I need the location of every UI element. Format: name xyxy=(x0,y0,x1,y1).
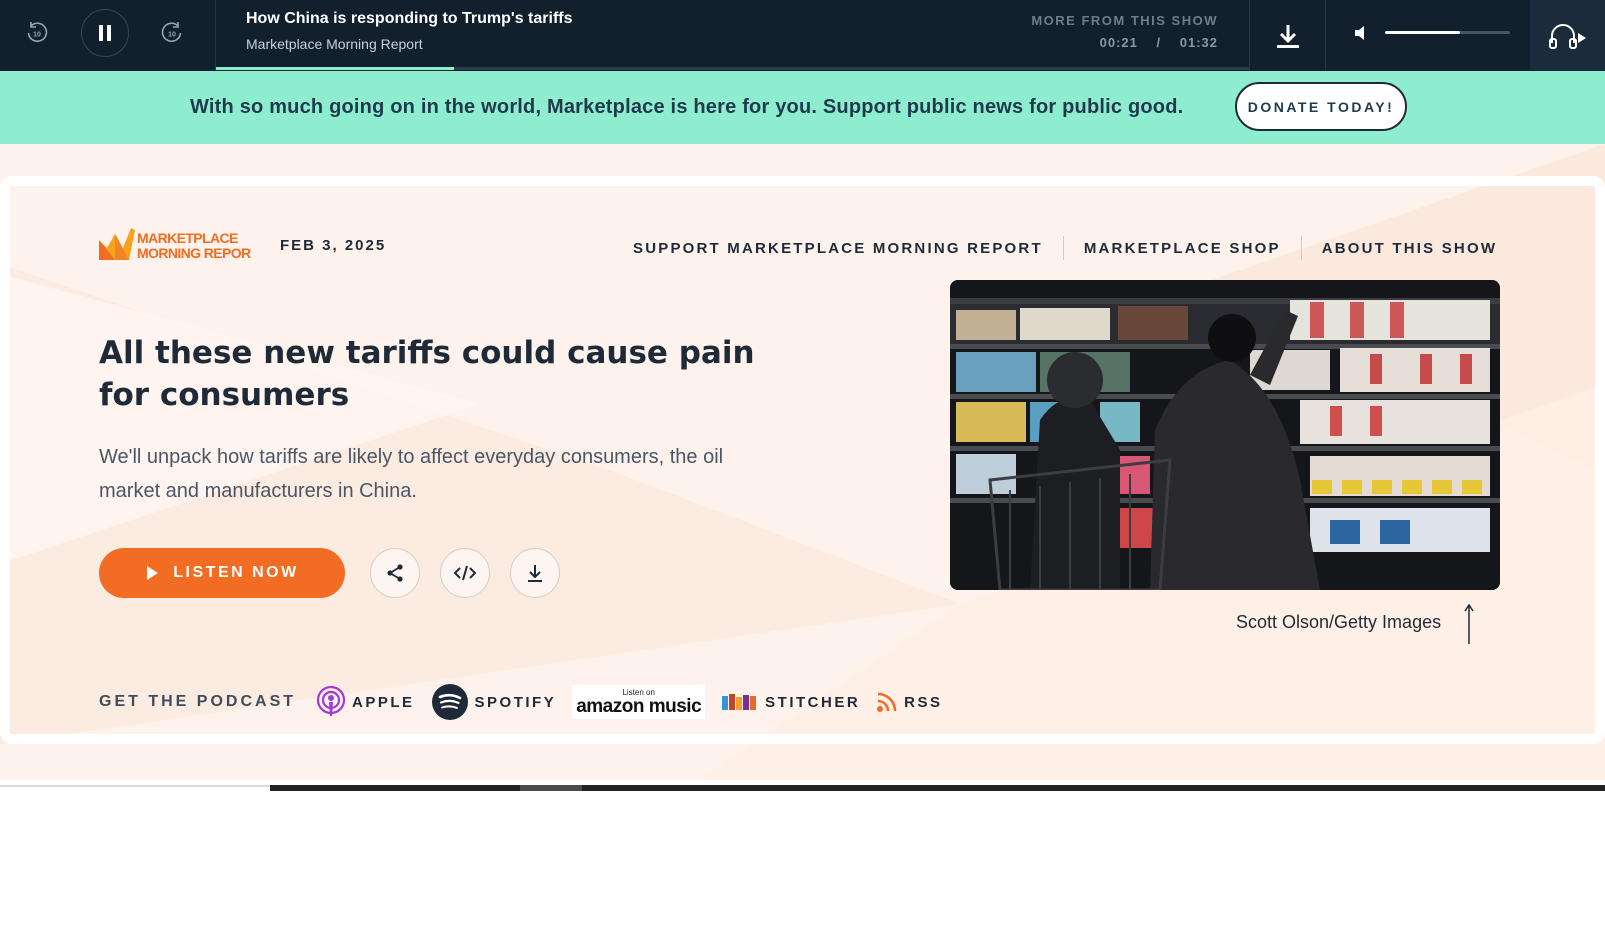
embed-code-icon xyxy=(454,565,476,581)
more-from-this-show-link[interactable]: MORE FROM THIS SHOW xyxy=(1031,13,1218,28)
total-duration: 01:32 xyxy=(1179,35,1218,50)
spotify-icon xyxy=(431,684,468,720)
donate-today-button[interactable]: DONATE TODAY! xyxy=(1235,82,1407,131)
apple-label: APPLE xyxy=(352,693,415,711)
page-bottom-strip xyxy=(0,778,1605,791)
apple-podcasts-link[interactable]: APPLE xyxy=(316,686,415,718)
share-icon xyxy=(387,564,403,582)
marketplace-morning-report-logo[interactable]: MARKETPLACE MORNING REPORT xyxy=(99,226,260,262)
skip-back-10-button[interactable]: 10 xyxy=(24,20,50,46)
apple-podcasts-icon xyxy=(316,686,346,716)
playback-progress-fill xyxy=(216,67,454,70)
amazon-music-link[interactable]: Listen on amazon music xyxy=(572,685,706,719)
rss-icon xyxy=(877,692,897,712)
arrow-up-icon xyxy=(1464,603,1474,651)
episode-date: FEB 3, 2025 xyxy=(280,237,387,254)
episode-headline: All these new tariffs could cause pain f… xyxy=(99,335,755,413)
rewind-icon: 10 xyxy=(27,22,48,42)
svg-text:10: 10 xyxy=(168,32,176,39)
stitcher-link[interactable]: STITCHER xyxy=(721,692,860,712)
episode-photo xyxy=(950,280,1500,590)
audio-player-bar: 10 10 How China is responding to Trump's… xyxy=(0,0,1605,71)
donation-banner: With so much going on in the world, Mark… xyxy=(0,71,1605,144)
rss-link[interactable]: RSS xyxy=(876,691,942,713)
player-divider xyxy=(1325,0,1326,71)
stitcher-label: STITCHER xyxy=(765,693,861,711)
banner-message: With so much going on in the world, Mark… xyxy=(190,96,1184,118)
spotify-link[interactable]: SPOTIFY xyxy=(431,683,557,721)
headphones-play-icon xyxy=(1548,23,1586,49)
episode-show-name[interactable]: Marketplace Morning Report xyxy=(246,36,423,52)
show-nav: SUPPORT MARKETPLACE MORNING REPORT MARKE… xyxy=(633,236,1497,260)
nav-about-show[interactable]: ABOUT THIS SHOW xyxy=(1322,240,1498,257)
download-episode-button[interactable] xyxy=(1250,0,1326,71)
rss-label: RSS xyxy=(904,693,943,711)
episode-summary: We'll unpack how tariffs are likely to a… xyxy=(99,446,724,502)
time-readout: 00:21 / 01:32 xyxy=(1100,35,1218,50)
grocery-shopper-image xyxy=(950,280,1500,590)
player-divider xyxy=(215,0,216,71)
svg-text:MORNING REPORT: MORNING REPORT xyxy=(137,245,251,261)
amazon-music-label: amazon music xyxy=(576,695,702,717)
download-icon xyxy=(528,565,542,582)
pause-button[interactable] xyxy=(81,9,129,57)
photo-credit: Scott Olson/Getty Images xyxy=(1236,612,1442,632)
play-icon xyxy=(147,566,159,580)
svg-text:MARKETPLACE: MARKETPLACE xyxy=(137,230,238,246)
share-button[interactable] xyxy=(370,548,420,598)
nav-divider xyxy=(1062,236,1064,260)
download-button[interactable] xyxy=(510,548,560,598)
listen-now-button[interactable]: LISTEN NOW xyxy=(99,548,345,598)
pause-icon xyxy=(99,25,111,41)
podcast-platforms: GET THE PODCAST APPLE SPOTIFY Listen on … xyxy=(99,684,959,720)
episode-title[interactable]: How China is responding to Trump's tarif… xyxy=(246,10,573,28)
listen-now-label: LISTEN NOW xyxy=(173,564,299,581)
volume-icon[interactable] xyxy=(1353,24,1369,47)
stitcher-icon xyxy=(722,694,757,710)
get-the-podcast-label: GET THE PODCAST xyxy=(99,693,297,710)
volume-level-fill xyxy=(1385,31,1460,34)
nav-support-show[interactable]: SUPPORT MARKETPLACE MORNING REPORT xyxy=(633,240,1043,257)
nav-marketplace-shop[interactable]: MARKETPLACE SHOP xyxy=(1084,240,1281,257)
elapsed-time: 00:21 xyxy=(1099,35,1138,50)
embed-button[interactable] xyxy=(440,548,490,598)
svg-text:10: 10 xyxy=(33,32,41,39)
fast-forward-icon: 10 xyxy=(161,22,182,42)
headphones-button[interactable] xyxy=(1530,0,1605,71)
skip-forward-10-button[interactable]: 10 xyxy=(159,20,185,46)
playback-progress-bar[interactable] xyxy=(216,67,1249,70)
spotify-label: SPOTIFY xyxy=(474,693,557,711)
download-icon xyxy=(1277,24,1299,48)
nav-divider xyxy=(1300,236,1302,260)
volume-slider[interactable] xyxy=(1385,31,1510,34)
time-separator: / xyxy=(1156,35,1162,50)
